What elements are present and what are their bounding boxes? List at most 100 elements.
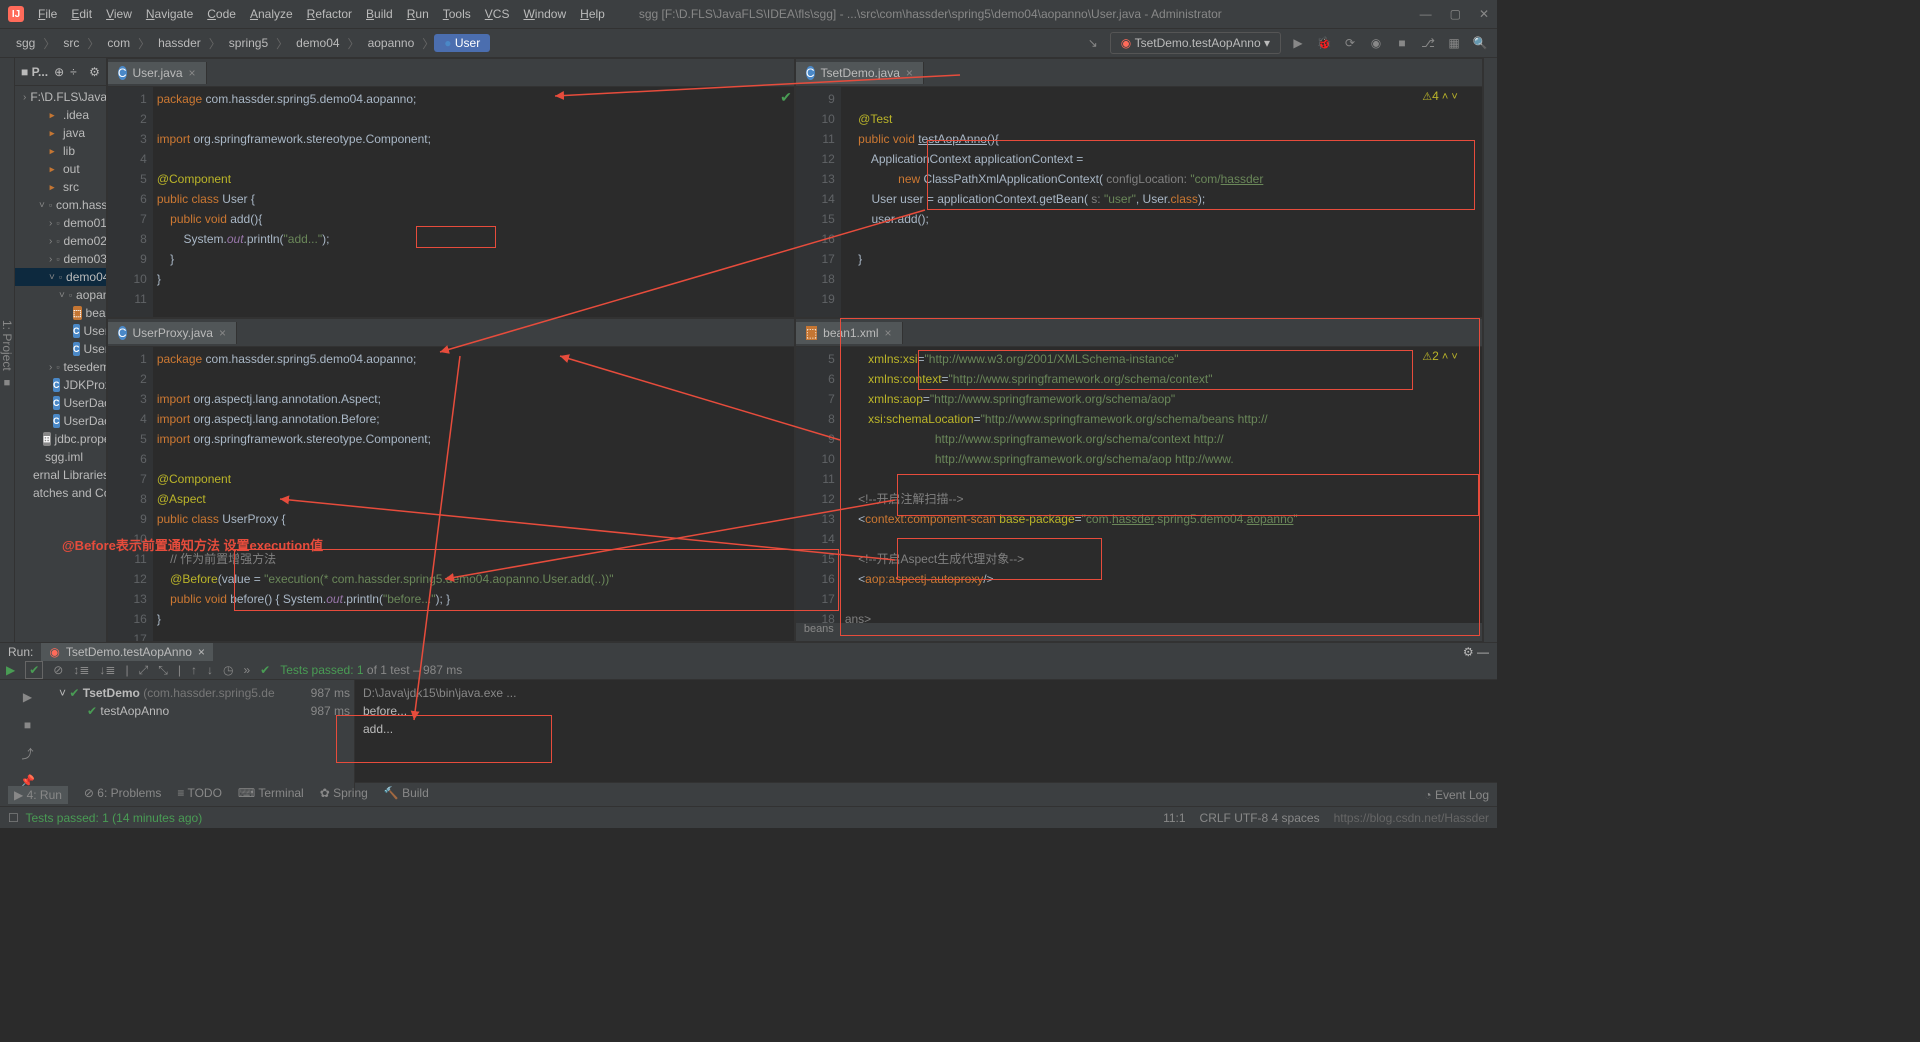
menu-edit[interactable]: Edit [71,7,92,21]
debug-icon[interactable]: 🐞 [1315,36,1333,50]
rerun-button[interactable]: ▶ [17,686,39,708]
tab-test[interactable]: CTsetDemo.java× [796,62,924,84]
tree-node[interactable]: ▸ src [15,178,106,196]
profile-icon[interactable]: ◉ [1367,36,1385,50]
tree-node[interactable]: ⊞ jdbc.properties [15,430,106,448]
menu-build[interactable]: Build [366,7,393,21]
event-log-button[interactable]: ◔ Event Log [1424,788,1489,802]
tree-node[interactable]: ▸ java [15,124,106,142]
breadcrumb-item[interactable]: spring5 [221,34,276,52]
breadcrumb-item[interactable]: demo04 [288,34,347,52]
coverage-icon[interactable]: ⟳ [1341,36,1359,50]
stop-button[interactable]: ■ [17,714,39,736]
titlebar: IJ FileEditViewNavigateCodeAnalyzeRefact… [0,0,1497,28]
gear-icon[interactable]: ⚙ — [1463,645,1489,659]
build-icon[interactable]: ↘ [1084,36,1102,50]
bottom-tab[interactable]: ▶ 4: Run [8,786,68,804]
vcs-icon[interactable]: ⎇ [1419,36,1437,50]
menu-run[interactable]: Run [407,7,429,21]
gear-icon[interactable]: ⚙ [89,65,100,79]
left-tool-stripe[interactable]: 1: Project ■ [0,58,15,642]
rerun-icon[interactable]: ▶ [6,663,15,677]
tree-node[interactable]: atches and Consoles [15,484,106,502]
maximize-icon[interactable]: ▢ [1450,7,1461,21]
close-icon[interactable]: × [885,326,892,340]
bottom-tab[interactable]: ⌨ Terminal [238,786,304,804]
menu-code[interactable]: Code [207,7,236,21]
exit-button[interactable]: ⤴ [17,742,39,764]
sort2-icon[interactable]: ↓≣ [99,663,115,677]
expand-icon[interactable]: ⤢ [139,663,149,678]
menu-file[interactable]: File [38,7,57,21]
minimize-icon[interactable]: — [1420,7,1432,21]
tree-node[interactable]: ˅▫ demo04 [15,268,106,286]
menu-window[interactable]: Window [523,7,566,21]
encoding-info[interactable]: CRLF UTF-8 4 spaces [1200,811,1320,825]
structure-icon[interactable]: ▦ [1445,36,1463,50]
run-icon[interactable]: ▶ [1289,36,1307,50]
menu-tools[interactable]: Tools [443,7,471,21]
breadcrumb-item[interactable]: ● User [434,34,490,52]
tab-proxy[interactable]: CUserProxy.java× [108,322,237,344]
collapse-icon[interactable]: ⤡ [158,663,168,678]
tree-node[interactable]: C UserDaoImpl [15,412,106,430]
tree-node[interactable]: ›▫ demo02 [15,232,106,250]
tab-user[interactable]: CUser.java× [108,62,207,84]
close-icon[interactable]: × [219,326,226,340]
tree-node[interactable]: C JDKProxy.java [15,376,106,394]
run-config-selector[interactable]: ◉ TsetDemo.testAopAnno ▾ [1110,32,1281,54]
close-icon[interactable]: ✕ [1479,7,1489,21]
menu-vcs[interactable]: VCS [485,7,510,21]
tree-node[interactable]: ▸ out [15,160,106,178]
breadcrumb-item[interactable]: sgg [8,34,43,52]
project-tool-window: ■ P... ⊕ ÷ ⚙ ›F:\D.FLS\JavaFLS\IDEA▸ .id… [15,58,107,642]
tree-node[interactable]: ernal Libraries [15,466,106,484]
menu-help[interactable]: Help [580,7,605,21]
breadcrumb-item[interactable]: hassder [150,34,209,52]
tree-node[interactable]: ▸ lib [15,142,106,160]
run-tab[interactable]: ◉TsetDemo.testAopAnno× [41,643,213,661]
breadcrumb-item[interactable]: aopanno [360,34,423,52]
menu-navigate[interactable]: Navigate [146,7,193,21]
next-icon[interactable]: ↓ [207,663,213,677]
prev-icon[interactable]: ↑ [191,663,197,677]
stop-icon[interactable]: ■ [1393,36,1411,50]
close-icon[interactable]: × [906,66,913,80]
breadcrumb-item[interactable]: src [55,34,87,52]
test-tree[interactable]: ˅ ✔ TsetDemo (com.hassder.spring5.de 987… [55,680,355,798]
close-icon[interactable]: × [189,66,196,80]
tree-node[interactable]: C User [15,322,106,340]
tree-node[interactable]: sgg.iml [15,448,106,466]
right-tool-stripe[interactable] [1483,58,1497,642]
tree-node[interactable]: ˅▫ aopanno [15,286,106,304]
tree-node[interactable]: ▸ .idea [15,106,106,124]
tree-node[interactable]: ›▫ demo03 [15,250,106,268]
target-icon[interactable]: ⊕ [54,65,64,79]
tree-node[interactable]: C UserDao [15,394,106,412]
bottom-tab[interactable]: ≡ TODO [177,786,222,804]
sort-icon[interactable]: ↕≣ [73,663,89,677]
tree-node[interactable]: ›▫ demo01 [15,214,106,232]
editor-splitter: CUser.java× 1234567891011 package com.ha… [107,58,1483,642]
ignore-icon[interactable]: ⊘ [53,663,63,677]
menu-view[interactable]: View [106,7,132,21]
tree-node[interactable]: ˅▫ com.hassder.spring [15,196,106,214]
tree-node[interactable]: ›▫ tesedemo [15,358,106,376]
console-output[interactable]: D:\Java\jdk15\bin\java.exe ... before...… [355,680,1497,798]
tree-node[interactable]: C UserProxy [15,340,106,358]
xml-breadcrumb: beans [796,623,1482,641]
menu-analyze[interactable]: Analyze [250,7,293,21]
toggle-pass-icon[interactable]: ✔ [25,661,43,679]
close-icon[interactable]: × [198,645,205,659]
bottom-tab[interactable]: ✿ Spring [320,786,368,804]
search-icon[interactable]: 🔍 [1471,36,1489,50]
bottom-tab[interactable]: ⊘ 6: Problems [84,786,161,804]
bottom-tab[interactable]: 🔨 Build [384,786,429,804]
menu-refactor[interactable]: Refactor [307,7,352,21]
tab-xml[interactable]: ⬚bean1.xml× [796,322,903,344]
status-bar: ☐ Tests passed: 1 (14 minutes ago) 11:1 … [0,806,1497,828]
breadcrumb-item[interactable]: com [99,34,138,52]
tree-node[interactable]: ⬚ bean1.xml [15,304,106,322]
history-icon[interactable]: ◷ [223,663,233,677]
collapse-icon[interactable]: ÷ [70,65,77,79]
